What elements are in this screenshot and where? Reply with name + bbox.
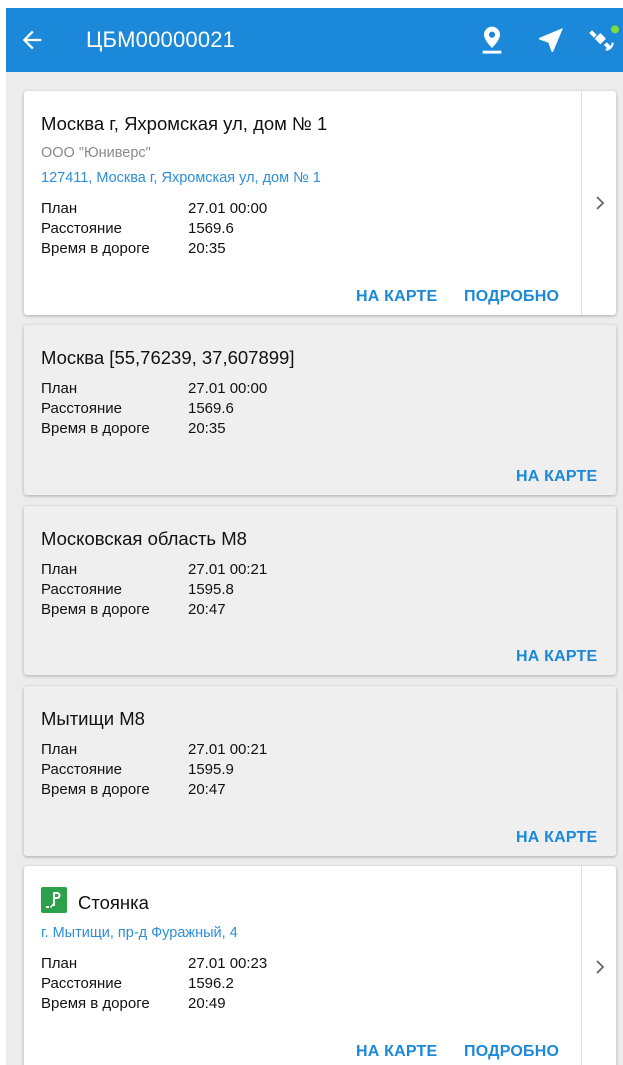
travel-time-label: Время в дороге [41, 240, 150, 257]
card-expand-area[interactable] [581, 866, 616, 1065]
travel-time-value: 20:35 [188, 240, 226, 257]
distance-label: Расстояние [41, 220, 123, 237]
point-details: План 27.01 00:00 Расстояние 1569.6 Время… [41, 199, 341, 259]
route-point-card[interactable]: Московская область М8 План 27.01 00:21 Р… [24, 506, 616, 675]
card-expand-area[interactable] [581, 91, 616, 315]
distance-value: 1596.2 [188, 975, 234, 992]
chevron-right-icon [596, 196, 605, 210]
gps-satellite-icon[interactable] [587, 24, 619, 56]
point-name: Москва г, Яхромская ул, дом № 1 [41, 113, 328, 134]
plan-value: 27.01 00:23 [188, 955, 268, 972]
point-details: План 27.01 00:21 Расстояние 1595.9 Время… [41, 740, 341, 800]
back-arrow-icon[interactable] [18, 26, 46, 54]
distance-value: 1569.6 [188, 400, 234, 417]
point-address[interactable]: г. Мытищи, пр-д Фуражный, 4 [41, 925, 238, 941]
plan-label: План [41, 200, 78, 217]
plan-value: 27.01 00:21 [188, 741, 268, 758]
distance-label: Расстояние [41, 400, 123, 417]
point-name: Стоянка [78, 892, 149, 913]
point-name: Москва [55,76239, 37,607899] [41, 347, 295, 368]
route-point-card[interactable]: Стоянка г. Мытищи, пр-д Фуражный, 4 План… [24, 866, 616, 1065]
page-title: ЦБМ00000021 [86, 27, 236, 52]
map-pin-icon[interactable] [476, 24, 508, 56]
on-map-button[interactable]: НА КАРТЕ [516, 468, 597, 486]
point-details: План 27.01 00:00 Расстояние 1569.6 Время… [41, 379, 341, 439]
route-point-card[interactable]: Мытищи М8 План 27.01 00:21 Расстояние 15… [24, 686, 616, 856]
plan-value: 27.01 00:00 [188, 380, 268, 397]
travel-time-label: Время в дороге [41, 420, 150, 437]
travel-time-label: Время в дороге [41, 781, 150, 798]
travel-time-value: 20:35 [188, 420, 226, 437]
route-point-card[interactable]: Москва [55,76239, 37,607899] План 27.01 … [24, 325, 616, 495]
plan-label: План [41, 561, 78, 578]
details-button[interactable]: ПОДРОБНО [464, 1043, 559, 1061]
navigation-arrow-icon[interactable] [535, 24, 567, 56]
point-name: Московская область М8 [41, 528, 247, 549]
travel-time-label: Время в дороге [41, 995, 150, 1012]
distance-value: 1569.6 [188, 220, 234, 237]
plan-label: План [41, 741, 78, 758]
screen: ЦБМ00000021 Москва г, Яхромская ул, дом … [6, 8, 623, 1065]
distance-value: 1595.9 [188, 761, 234, 778]
point-organization: ООО "Юниверс" [41, 145, 151, 161]
route-point-card[interactable]: Москва г, Яхромская ул, дом № 1 ООО "Юни… [24, 91, 616, 315]
point-name: Мытищи М8 [41, 708, 145, 729]
point-address[interactable]: 127411, Москва г, Яхромская ул, дом № 1 [41, 170, 321, 186]
details-button[interactable]: ПОДРОБНО [464, 288, 559, 306]
point-details: План 27.01 00:23 Расстояние 1596.2 Время… [41, 954, 341, 1014]
chevron-right-icon [596, 960, 605, 974]
distance-label: Расстояние [41, 975, 123, 992]
on-map-button[interactable]: НА КАРТЕ [516, 829, 597, 847]
travel-time-label: Время в дороге [41, 601, 150, 618]
distance-label: Расстояние [41, 761, 123, 778]
distance-label: Расстояние [41, 581, 123, 598]
on-map-button[interactable]: НА КАРТЕ [356, 288, 437, 306]
travel-time-value: 20:49 [188, 995, 226, 1012]
on-map-button[interactable]: НА КАРТЕ [516, 648, 597, 666]
travel-time-value: 20:47 [188, 601, 226, 618]
parking-icon [41, 887, 67, 913]
on-map-button[interactable]: НА КАРТЕ [356, 1043, 437, 1061]
point-details: План 27.01 00:21 Расстояние 1595.8 Время… [41, 560, 341, 620]
plan-value: 27.01 00:21 [188, 561, 268, 578]
distance-value: 1595.8 [188, 581, 234, 598]
plan-label: План [41, 955, 78, 972]
plan-value: 27.01 00:00 [188, 200, 268, 217]
app-bar: ЦБМ00000021 [6, 8, 623, 72]
plan-label: План [41, 380, 78, 397]
travel-time-value: 20:47 [188, 781, 226, 798]
